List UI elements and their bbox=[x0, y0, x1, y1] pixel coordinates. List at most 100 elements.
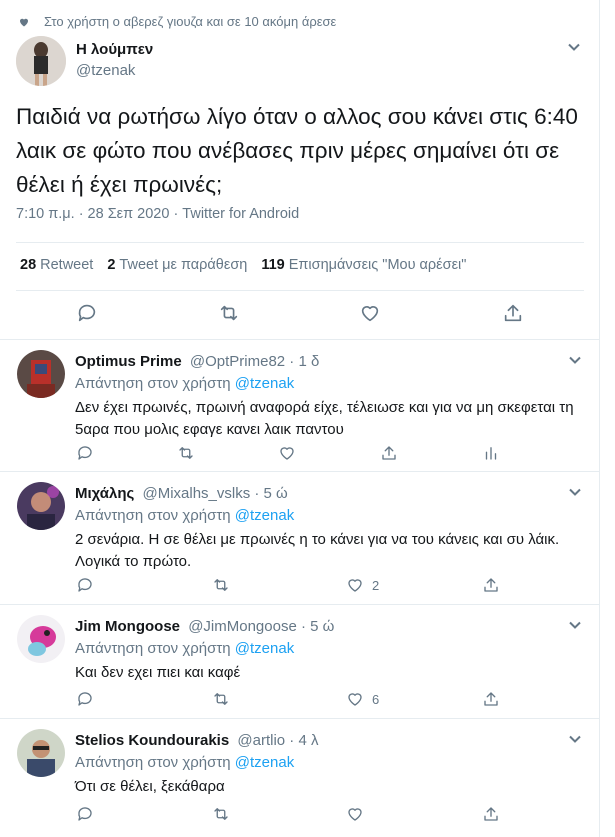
reply-text: 2 σενάρια. Η σε θέλει με πρωινές η το κά… bbox=[75, 531, 560, 570]
chevron-down-icon[interactable] bbox=[568, 353, 582, 367]
share-icon bbox=[504, 304, 522, 322]
avatar[interactable] bbox=[17, 350, 65, 398]
likes-count: 119 bbox=[261, 257, 285, 273]
retweet-icon bbox=[214, 579, 228, 591]
reply-text: Ότι σε θέλει, ξεκάθαρα bbox=[75, 778, 225, 795]
reply-button[interactable] bbox=[76, 690, 94, 708]
reply-to-prefix: Απάντηση στον χρήστη bbox=[75, 754, 235, 771]
likes-stat[interactable]: 119 Επισημάνσεις "Μου αρέσει" bbox=[261, 257, 466, 273]
timeline: Στο χρήστη ο αβερεζ γιουζα και σε 10 ακό… bbox=[0, 0, 600, 837]
retweet-button[interactable] bbox=[217, 302, 241, 324]
analytics-button[interactable] bbox=[482, 444, 500, 462]
like-button[interactable]: 2 bbox=[346, 576, 379, 594]
retweet-button[interactable] bbox=[176, 444, 196, 462]
reply-text: Και δεν εχει πιει και καφέ bbox=[75, 664, 241, 681]
reply-to-prefix: Απάντηση στον χρήστη bbox=[75, 507, 235, 524]
chevron-down-icon[interactable] bbox=[567, 40, 581, 54]
reply-author-name[interactable]: Optimus Prime bbox=[75, 353, 182, 370]
retweet-button[interactable] bbox=[211, 576, 231, 594]
reply-tweet[interactable]: Μιχάλης @Mixalhs_vslks · 5 ώ Απάντηση στ… bbox=[0, 472, 599, 605]
heart-icon bbox=[20, 18, 28, 26]
avatar[interactable] bbox=[17, 482, 65, 530]
reply-text: Δεν έχει πρωινές, πρωινή αναφορά είχε, τ… bbox=[75, 399, 574, 438]
avatar[interactable] bbox=[17, 615, 65, 663]
author-handle[interactable]: @tzenak bbox=[76, 62, 135, 79]
reply-icon bbox=[78, 807, 92, 821]
reply-icon bbox=[78, 578, 92, 592]
reply-header: Jim Mongoose @JimMongoose · 5 ώ bbox=[75, 618, 334, 635]
retweet-icon bbox=[214, 808, 228, 820]
tweet-timestamp[interactable]: 7:10 π.μ. · 28 Σεπ 2020 · Twitter for An… bbox=[16, 206, 299, 222]
reply-icon bbox=[78, 304, 96, 322]
reply-to-link[interactable]: @tzenak bbox=[235, 640, 294, 657]
share-icon bbox=[382, 446, 396, 460]
avatar[interactable] bbox=[16, 36, 66, 86]
chevron-down-icon[interactable] bbox=[568, 732, 582, 746]
retweet-button[interactable] bbox=[211, 690, 231, 708]
like-count: 2 bbox=[372, 577, 380, 593]
reply-to-line: Απάντηση στον χρήστη @tzenak bbox=[75, 754, 294, 771]
analytics-icon bbox=[485, 447, 497, 460]
reply-to-prefix: Απάντηση στον χρήστη bbox=[75, 640, 235, 657]
reply-tweet[interactable]: Stelios Koundourakis @artlio · 4 λ Απάντ… bbox=[0, 719, 599, 837]
retweet-button[interactable] bbox=[211, 805, 231, 823]
reply-button[interactable] bbox=[76, 302, 98, 324]
like-button[interactable] bbox=[359, 302, 381, 324]
reply-to-line: Απάντηση στον χρήστη @tzenak bbox=[75, 507, 294, 524]
share-icon bbox=[484, 578, 498, 592]
reply-header: Optimus Prime @OptPrime82 · 1 δ bbox=[75, 353, 319, 370]
reply-to-prefix: Απάντηση στον χρήστη bbox=[75, 375, 235, 392]
retweets-stat[interactable]: 28 Retweet bbox=[20, 257, 93, 273]
reply-to-link[interactable]: @tzenak bbox=[235, 754, 294, 771]
share-button[interactable] bbox=[482, 805, 500, 823]
likes-label: Επισημάνσεις "Μου αρέσει" bbox=[288, 257, 467, 273]
tweet-stats: 28 Retweet 2 Tweet με παράθεση 119 Επισημάν… bbox=[20, 257, 466, 273]
retweets-count: 28 bbox=[20, 257, 37, 273]
retweet-icon bbox=[220, 305, 238, 321]
share-button[interactable] bbox=[482, 576, 500, 594]
share-button[interactable] bbox=[502, 302, 524, 324]
retweet-icon bbox=[214, 693, 228, 705]
reply-author-name[interactable]: Μιχάλης bbox=[75, 485, 134, 502]
like-button[interactable] bbox=[278, 444, 304, 462]
reply-author-handle[interactable]: @OptPrime82 · 1 δ bbox=[190, 353, 319, 370]
heart-icon bbox=[348, 579, 362, 592]
reply-author-handle[interactable]: @Mixalhs_vslks · 5 ώ bbox=[142, 485, 287, 502]
reply-to-link[interactable]: @tzenak bbox=[235, 375, 294, 392]
chevron-down-icon[interactable] bbox=[568, 485, 582, 499]
reply-tweet[interactable]: Jim Mongoose @JimMongoose · 5 ώ Απάντηση… bbox=[0, 605, 599, 719]
heart-icon bbox=[361, 306, 379, 322]
like-button[interactable]: 6 bbox=[346, 690, 379, 708]
like-button[interactable] bbox=[346, 805, 372, 823]
quotes-stat[interactable]: 2 Tweet με παράθεση bbox=[107, 257, 247, 273]
reply-header: Stelios Koundourakis @artlio · 4 λ bbox=[75, 732, 318, 749]
reply-author-handle[interactable]: @artlio · 4 λ bbox=[237, 732, 318, 749]
share-button[interactable] bbox=[380, 444, 398, 462]
like-count: 6 bbox=[372, 691, 380, 707]
divider bbox=[16, 290, 584, 291]
reply-to-line: Απάντηση στον χρήστη @tzenak bbox=[75, 640, 294, 657]
reply-author-handle[interactable]: @JimMongoose · 5 ώ bbox=[188, 618, 334, 635]
reply-header: Μιχάλης @Mixalhs_vslks · 5 ώ bbox=[75, 485, 288, 502]
retweets-label: Retweet bbox=[40, 257, 94, 273]
reply-tweet[interactable]: Optimus Prime @OptPrime82 · 1 δ Απάντηση… bbox=[0, 340, 599, 472]
reply-author-name[interactable]: Stelios Koundourakis bbox=[75, 732, 229, 749]
reply-button[interactable] bbox=[76, 576, 94, 594]
share-icon bbox=[484, 807, 498, 821]
author-name[interactable]: Η λούμπεν bbox=[76, 41, 153, 58]
reply-button[interactable] bbox=[76, 805, 94, 823]
avatar[interactable] bbox=[17, 729, 65, 777]
chevron-down-icon[interactable] bbox=[568, 618, 582, 632]
divider bbox=[16, 242, 584, 243]
reply-to-link[interactable]: @tzenak bbox=[235, 507, 294, 524]
heart-icon bbox=[280, 447, 294, 460]
reply-icon bbox=[78, 692, 92, 706]
quotes-label: Tweet με παράθεση bbox=[119, 257, 248, 273]
social-context-text: Στο χρήστη ο αβερεζ γιουζα και σε 10 ακό… bbox=[44, 14, 337, 29]
reply-button[interactable] bbox=[76, 444, 94, 462]
reply-to-line: Απάντηση στον χρήστη @tzenak bbox=[75, 375, 294, 392]
tweet-text: Παιδιά να ρωτήσω λίγο όταν ο αλλος σου κ… bbox=[16, 104, 578, 197]
retweet-icon bbox=[179, 447, 193, 459]
share-button[interactable] bbox=[482, 690, 500, 708]
reply-author-name[interactable]: Jim Mongoose bbox=[75, 618, 180, 635]
